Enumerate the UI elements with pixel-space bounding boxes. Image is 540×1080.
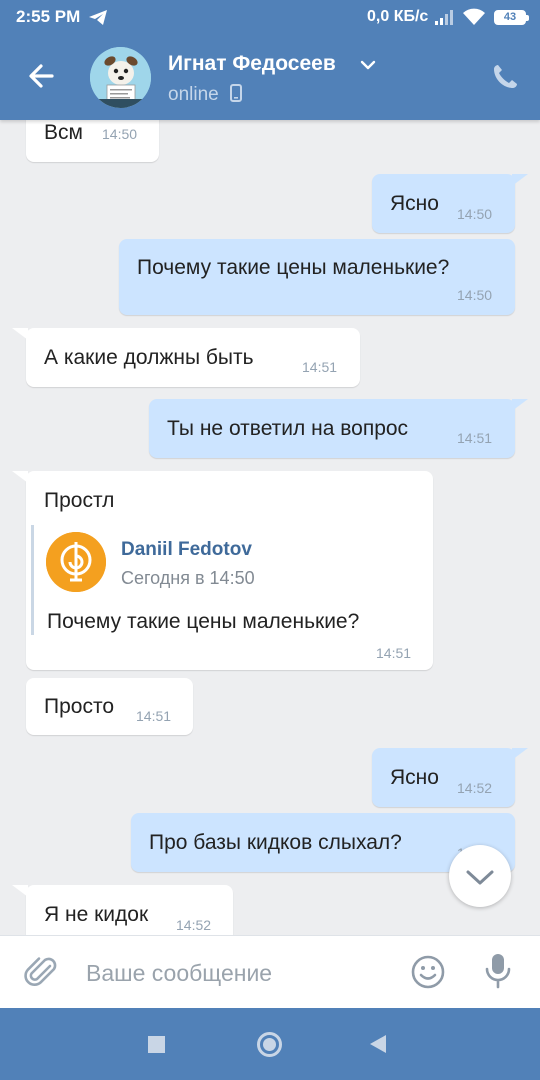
message-text: Ясно xyxy=(390,192,439,215)
bubble-tail xyxy=(512,748,528,760)
outgoing-message[interactable]: Ты не ответил на вопрос 14:51 xyxy=(149,399,515,458)
message-text: Я не кидок xyxy=(44,903,149,926)
message-composer xyxy=(0,935,540,1008)
message-text: Почему такие цены маленькие? xyxy=(137,256,450,279)
reply-text: Почему такие цены маленькие? xyxy=(47,610,360,633)
incoming-message-with-reply[interactable]: Простл Daniil Fedotov Сегодня в 14:50 По… xyxy=(26,471,433,670)
telegram-icon xyxy=(89,10,107,25)
outgoing-message[interactable]: Почему такие цены маленькие? 14:50 xyxy=(119,239,515,315)
incoming-message[interactable]: Я не кидок 14:52 xyxy=(26,885,233,935)
status-bar: 2:55 PM 0,0 КБ/с 43 xyxy=(0,0,540,36)
message-text: Ясно xyxy=(390,766,439,789)
scroll-to-bottom-button[interactable] xyxy=(449,845,511,907)
bubble-tail xyxy=(512,174,528,186)
status-text: online xyxy=(168,84,219,105)
phone-icon[interactable] xyxy=(491,63,519,91)
message-time: 14:51 xyxy=(302,359,338,375)
paperclip-icon[interactable] xyxy=(24,954,60,990)
reply-date: Сегодня в 14:50 xyxy=(121,568,255,588)
chat-header: 2:55 PM 0,0 КБ/с 43 Игнат Федосеев onlin… xyxy=(0,0,540,120)
smiley-icon[interactable] xyxy=(411,955,445,989)
recents-button[interactable] xyxy=(148,1036,165,1053)
message-time: 14:51 xyxy=(376,645,412,661)
chevron-down-icon[interactable] xyxy=(360,60,376,70)
message-list[interactable]: Всм 14:50 Ясно 14:50 Почему такие цены м… xyxy=(0,120,540,935)
reply-quote-bar xyxy=(31,525,34,635)
status-time: 2:55 PM xyxy=(16,7,81,26)
message-time: 14:50 xyxy=(102,126,138,142)
contact-name[interactable]: Игнат Федосеев xyxy=(168,52,336,76)
message-time: 14:52 xyxy=(457,780,493,796)
message-time: 14:51 xyxy=(136,708,172,724)
incoming-message[interactable]: Просто 14:51 xyxy=(26,678,193,735)
signal-icon xyxy=(435,10,453,25)
message-time: 14:51 xyxy=(457,430,493,446)
avatar[interactable] xyxy=(90,47,151,108)
nav-back-icon[interactable] xyxy=(369,1034,387,1054)
avatar-dog-image xyxy=(90,47,151,108)
network-speed: 0,0 КБ/с xyxy=(367,8,429,25)
system-nav-bar xyxy=(0,1008,540,1080)
message-text: Простл xyxy=(44,489,115,512)
bubble-tail xyxy=(12,328,28,340)
message-text: Просто xyxy=(44,695,115,718)
author-logo-icon xyxy=(46,532,106,592)
back-arrow-icon[interactable] xyxy=(22,56,62,96)
home-button[interactable] xyxy=(257,1032,282,1057)
bubble-tail xyxy=(12,885,28,897)
battery-icon: 43 xyxy=(494,10,529,25)
message-text: Про базы кидков слыхал? xyxy=(149,831,402,854)
message-text: Ты не ответил на вопрос xyxy=(167,417,409,440)
message-text: А какие должны быть xyxy=(44,346,254,369)
mobile-icon xyxy=(230,84,242,102)
wifi-icon xyxy=(463,8,485,25)
message-text: Всм xyxy=(44,121,83,144)
incoming-message[interactable]: Всм 14:50 xyxy=(26,120,159,162)
message-time: 14:50 xyxy=(457,206,493,222)
bubble-tail xyxy=(12,471,28,483)
microphone-icon[interactable] xyxy=(482,952,514,990)
message-time: 14:50 xyxy=(457,287,493,303)
incoming-message[interactable]: А какие должны быть 14:51 xyxy=(26,328,360,387)
bubble-tail xyxy=(512,399,528,411)
contact-status: online xyxy=(168,84,242,106)
chevron-down-icon xyxy=(466,870,494,885)
outgoing-message[interactable]: Ясно 14:50 xyxy=(372,174,515,233)
message-time: 14:52 xyxy=(176,917,212,933)
message-input[interactable] xyxy=(86,958,396,988)
reply-author-avatar xyxy=(46,532,106,592)
reply-author[interactable]: Daniil Fedotov xyxy=(121,539,252,561)
outgoing-message[interactable]: Ясно 14:52 xyxy=(372,748,515,807)
